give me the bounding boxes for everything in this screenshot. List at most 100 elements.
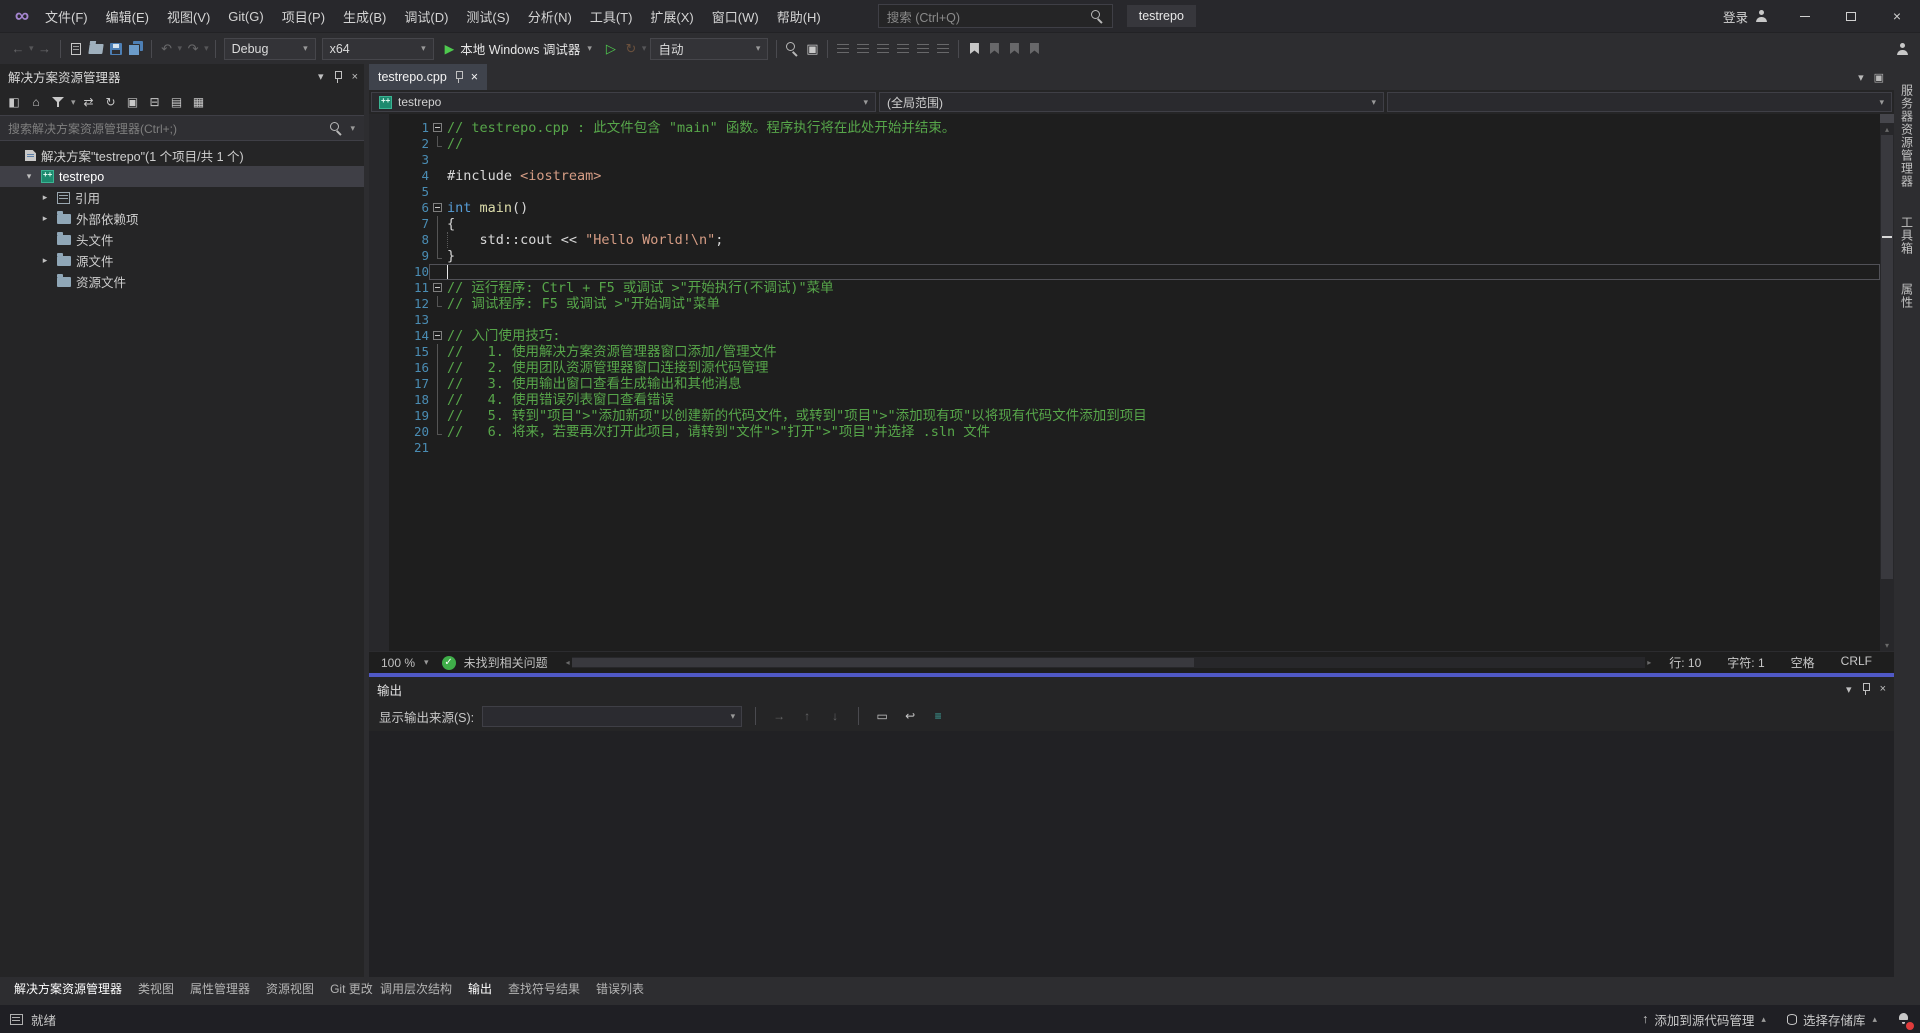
collapse-all-icon[interactable]: ⊟	[145, 91, 165, 113]
window-position-icon[interactable]: ▾	[318, 70, 324, 83]
split-window-handle[interactable]	[1880, 114, 1894, 123]
tab-options-icon[interactable]: ▣	[1874, 71, 1884, 84]
window-position-icon[interactable]: ▾	[1846, 683, 1852, 696]
find-in-files-button[interactable]	[782, 37, 802, 61]
uncomment-lines-button[interactable]	[893, 37, 913, 61]
decrease-indent-button[interactable]	[833, 37, 853, 61]
code-line[interactable]: 11// 运行程序: Ctrl + F5 或调试 >"开始执行(不调试)"菜单	[369, 280, 1880, 296]
dock-tab[interactable]: 资源视图	[258, 977, 322, 1000]
breakpoint-margin[interactable]	[369, 136, 389, 152]
code-line[interactable]: 3	[369, 152, 1880, 168]
code-text[interactable]	[447, 440, 1880, 456]
breakpoint-margin[interactable]	[369, 152, 389, 168]
breakpoint-margin[interactable]	[369, 264, 389, 280]
health-check-icon[interactable]: ✓	[442, 656, 456, 670]
code-line[interactable]: 5	[369, 184, 1880, 200]
tree-item[interactable]: 资源文件	[0, 271, 364, 292]
expand-arrow-icon[interactable]: ▾	[22, 171, 36, 182]
select-repository-button[interactable]: 选择存储库 ▴	[1787, 1010, 1878, 1029]
next-bookmark-button[interactable]	[1004, 37, 1024, 61]
pin-icon[interactable]	[1861, 683, 1871, 695]
code-text[interactable]	[447, 184, 1880, 200]
tree-item[interactable]: 解决方案"testrepo"(1 个项目/共 1 个)	[0, 145, 364, 166]
background-tasks-icon[interactable]	[10, 1014, 23, 1025]
refresh-icon[interactable]: ↻	[101, 91, 121, 113]
document-tab[interactable]: testrepo.cpp ×	[369, 64, 487, 90]
navigate-forward-button[interactable]: →	[35, 37, 55, 61]
autoscroll-icon[interactable]: ≡	[928, 705, 948, 727]
home-icon[interactable]: ⌂	[26, 91, 46, 113]
breakpoint-margin[interactable]	[369, 424, 389, 440]
breakpoint-margin[interactable]	[369, 392, 389, 408]
scrollbar-track[interactable]	[1880, 135, 1894, 639]
dock-tab[interactable]: 类视图	[130, 977, 182, 1000]
quick-search-box[interactable]: 搜索 (Ctrl+Q)	[878, 4, 1113, 28]
code-text[interactable]: // testrepo.cpp : 此文件包含 "main" 函数。程序执行将在…	[447, 120, 1880, 136]
scroll-down-icon[interactable]: ▾	[1885, 639, 1889, 651]
zoom-combo[interactable]: 100 % ▾	[377, 656, 434, 670]
breakpoint-margin[interactable]	[369, 248, 389, 264]
notifications-button[interactable]	[1898, 1012, 1910, 1027]
breakpoint-margin[interactable]	[369, 312, 389, 328]
menu-item[interactable]: 编辑(E)	[97, 0, 158, 32]
search-options-icon[interactable]: ▾	[349, 123, 356, 134]
h-scrollbar-track[interactable]	[572, 657, 1646, 668]
undo-button[interactable]: ↶	[157, 37, 177, 61]
dock-tab[interactable]: 解决方案资源管理器	[6, 977, 130, 1000]
dock-tab[interactable]: 输出	[460, 977, 500, 1000]
platform-combo[interactable]: x64 ▾	[322, 38, 434, 60]
start-without-debugging-button[interactable]: ▷	[601, 37, 621, 61]
hot-reload-dropdown-icon[interactable]: ▾	[641, 43, 648, 54]
save-all-button[interactable]	[126, 37, 146, 61]
code-line[interactable]: 6int main()	[369, 200, 1880, 216]
configuration-combo[interactable]: Debug ▾	[224, 38, 316, 60]
fold-toggle-icon[interactable]	[433, 283, 442, 292]
horizontal-scrollbar[interactable]: ◂ ▸	[566, 657, 1652, 669]
breakpoint-margin[interactable]	[369, 184, 389, 200]
code-text[interactable]: // 5. 转到"项目">"添加新项"以创建新的代码文件，或转到"项目">"添加…	[447, 408, 1880, 424]
expand-arrow-icon[interactable]: ▸	[38, 192, 52, 203]
panel-close-icon[interactable]: ×	[1880, 683, 1886, 695]
dock-tab[interactable]: 查找符号结果	[500, 977, 588, 1000]
command-window-button[interactable]: ▣	[802, 37, 822, 61]
menu-item[interactable]: 分析(N)	[519, 0, 581, 32]
nest-files-icon[interactable]: ▣	[123, 91, 143, 113]
clear-all-icon[interactable]: ▭	[872, 705, 892, 727]
line-ending[interactable]: CRLF	[1841, 654, 1872, 671]
output-source-combo[interactable]: ▾	[482, 706, 742, 727]
close-button[interactable]: ×	[1874, 0, 1920, 33]
increase-indent-button[interactable]	[853, 37, 873, 61]
code-text[interactable]: // 3. 使用输出窗口查看生成输出和其他消息	[447, 376, 1880, 392]
scroll-left-icon[interactable]: ◂	[566, 657, 570, 669]
code-text[interactable]: #include <iostream>	[447, 168, 1880, 184]
code-text[interactable]	[447, 152, 1880, 168]
tree-item[interactable]: ▾testrepo	[0, 166, 364, 187]
code-line[interactable]: 15// 1. 使用解决方案资源管理器窗口添加/管理文件	[369, 344, 1880, 360]
code-line[interactable]: 1// testrepo.cpp : 此文件包含 "main" 函数。程序执行将…	[369, 120, 1880, 136]
properties-icon[interactable]: ▦	[189, 91, 209, 113]
tree-item[interactable]: ▸引用	[0, 187, 364, 208]
breakpoint-margin[interactable]	[369, 376, 389, 392]
expand-arrow-icon[interactable]: ▸	[38, 255, 52, 266]
fold-toggle-icon[interactable]	[433, 203, 442, 212]
code-text[interactable]: // 2. 使用团队资源管理器窗口连接到源代码管理	[447, 360, 1880, 376]
start-debugging-button[interactable]: ▶ 本地 Windows 调试器 ▾	[439, 37, 599, 61]
h-scrollbar-thumb[interactable]	[572, 658, 1195, 667]
code-text[interactable]: // 6. 将来，若要再次打开此项目，请转到"文件">"打开">"项目"并选择 …	[447, 424, 1880, 440]
code-line[interactable]: 13	[369, 312, 1880, 328]
filter-icon[interactable]	[48, 91, 68, 113]
scroll-up-icon[interactable]: ▴	[1885, 123, 1889, 135]
code-text[interactable]	[447, 264, 1880, 280]
tab-close-icon[interactable]: ×	[471, 70, 478, 84]
breakpoint-margin[interactable]	[369, 328, 389, 344]
dock-tab[interactable]: 错误列表	[588, 977, 652, 1000]
nav-member-combo[interactable]: ▾	[1387, 92, 1892, 112]
show-all-files-icon[interactable]: ▤	[167, 91, 187, 113]
code-editor[interactable]: 1// testrepo.cpp : 此文件包含 "main" 函数。程序执行将…	[369, 114, 1894, 651]
breakpoint-margin[interactable]	[369, 280, 389, 296]
menu-item[interactable]: Git(G)	[219, 0, 272, 32]
menu-item[interactable]: 窗口(W)	[703, 0, 768, 32]
dock-tab[interactable]: 属性管理器	[182, 977, 258, 1000]
tab-pin-icon[interactable]	[454, 71, 464, 83]
code-line[interactable]: 9}	[369, 248, 1880, 264]
